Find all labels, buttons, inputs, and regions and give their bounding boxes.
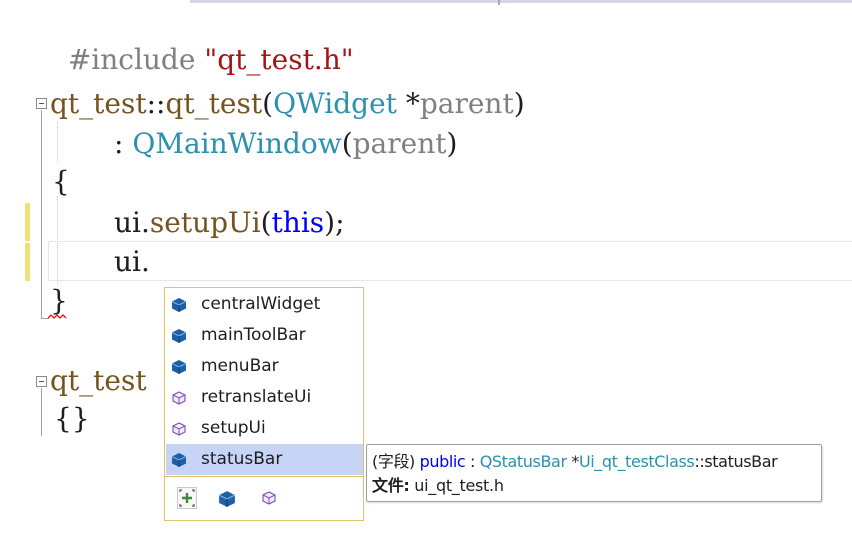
scope-operator: :: <box>146 87 166 120</box>
method-name: setupUi <box>149 206 261 239</box>
code-line-destructor[interactable]: qt_test <box>50 363 147 399</box>
completion-item-label: centralWidget <box>201 294 321 314</box>
method-icon <box>172 422 186 436</box>
empty-body: {} <box>54 402 90 435</box>
method-icon <box>172 391 186 405</box>
tooltip-type: QStatusBar <box>479 452 567 471</box>
tooltip-file: 文件: ui_qt_test.h <box>372 475 504 497</box>
scroll-marker <box>498 0 500 5</box>
tooltip-kind: (字段) <box>372 452 415 471</box>
completion-item-label: setupUi <box>201 418 266 438</box>
paren-close: ) <box>513 87 525 120</box>
tooltip-signature: (字段) public : QStatusBar *Ui_qt_testClas… <box>372 451 778 473</box>
include-string: "qt_test.h" <box>204 43 354 76</box>
arg-name: parent <box>352 127 447 160</box>
method-filter[interactable] <box>261 487 281 509</box>
field-icon <box>171 360 187 374</box>
paren-open: ( <box>262 87 274 120</box>
completion-item[interactable]: menuBar <box>166 351 363 382</box>
pointer-token: * <box>396 87 420 120</box>
paren-close: ); <box>324 206 345 239</box>
error-squiggle <box>48 314 67 319</box>
tooltip-file-label: 文件: <box>372 476 410 495</box>
this-keyword: this <box>271 206 325 239</box>
field-filter[interactable] <box>218 487 238 509</box>
tooltip-scope-sep: :: <box>694 452 705 471</box>
code-line-empty-body[interactable]: {} <box>54 401 90 437</box>
editor-top-border <box>190 0 852 3</box>
code-line-setup[interactable]: ui.setupUi(this); <box>114 205 345 241</box>
code-line-typing[interactable]: ui. <box>114 244 150 280</box>
class-name: qt_test <box>50 364 147 397</box>
tooltip-scope-class: Ui_qt_testClass <box>578 452 695 471</box>
paren-open: ( <box>341 127 353 160</box>
collapse-toggle-icon[interactable] <box>36 98 47 109</box>
class-name: qt_test <box>50 87 147 120</box>
member-dot: . <box>141 245 150 278</box>
code-line-initializer[interactable]: : QMainWindow(parent) <box>114 126 457 162</box>
tooltip-member: statusBar <box>704 452 778 471</box>
completion-item-selected[interactable]: statusBar <box>166 444 363 475</box>
completion-item-label: menuBar <box>201 356 279 376</box>
current-line-highlight <box>48 241 852 281</box>
completion-item[interactable]: setupUi <box>166 413 363 444</box>
change-marker <box>25 243 30 281</box>
completion-footer-divider <box>165 476 363 477</box>
object-name: ui <box>114 245 141 278</box>
completion-item[interactable]: mainToolBar <box>166 320 363 351</box>
completion-item[interactable]: centralWidget <box>166 289 363 320</box>
preprocessor-keyword: #include <box>67 43 196 76</box>
code-line-open-brace[interactable]: { <box>52 164 70 200</box>
field-icon <box>171 298 187 312</box>
change-marker <box>25 203 30 241</box>
tooltip-sep: : <box>465 452 480 471</box>
completion-item-label: mainToolBar <box>201 325 306 345</box>
member-dot: . <box>141 206 150 239</box>
completion-item-label: retranslateUi <box>201 387 312 407</box>
fold-line <box>41 388 42 436</box>
completion-list[interactable]: centralWidget mainToolBar menuBar retran… <box>164 287 364 521</box>
param-type: QWidget <box>273 87 397 120</box>
field-icon <box>171 329 187 343</box>
fold-line <box>41 110 42 318</box>
function-name: qt_test <box>165 87 263 120</box>
base-class: QMainWindow <box>132 127 342 160</box>
code-line-include[interactable]: #include "qt_test.h" <box>50 6 354 76</box>
param-name: parent <box>419 87 514 120</box>
indent-guide <box>57 122 58 162</box>
completion-item-label: statusBar <box>201 449 283 469</box>
show-all-filter[interactable] <box>177 487 197 509</box>
object-name: ui <box>114 206 141 239</box>
collapse-toggle-icon[interactable] <box>36 376 47 387</box>
paren-close: ) <box>446 127 458 160</box>
completion-item[interactable]: retranslateUi <box>166 382 363 413</box>
field-icon <box>171 453 187 467</box>
method-icon <box>262 491 276 505</box>
tooltip-file-name: ui_qt_test.h <box>409 476 504 495</box>
paren-open: ( <box>260 206 272 239</box>
code-line-constructor[interactable]: qt_test::qt_test(QWidget *parent) <box>50 86 525 122</box>
field-icon <box>218 491 236 507</box>
tooltip-ptr: * <box>566 452 579 471</box>
quick-info-tooltip: (字段) public : QStatusBar *Ui_qt_testClas… <box>366 444 822 502</box>
initializer-colon: : <box>114 127 133 160</box>
show-all-icon <box>179 489 195 507</box>
tooltip-access: public <box>419 452 466 471</box>
open-brace: { <box>52 165 70 198</box>
